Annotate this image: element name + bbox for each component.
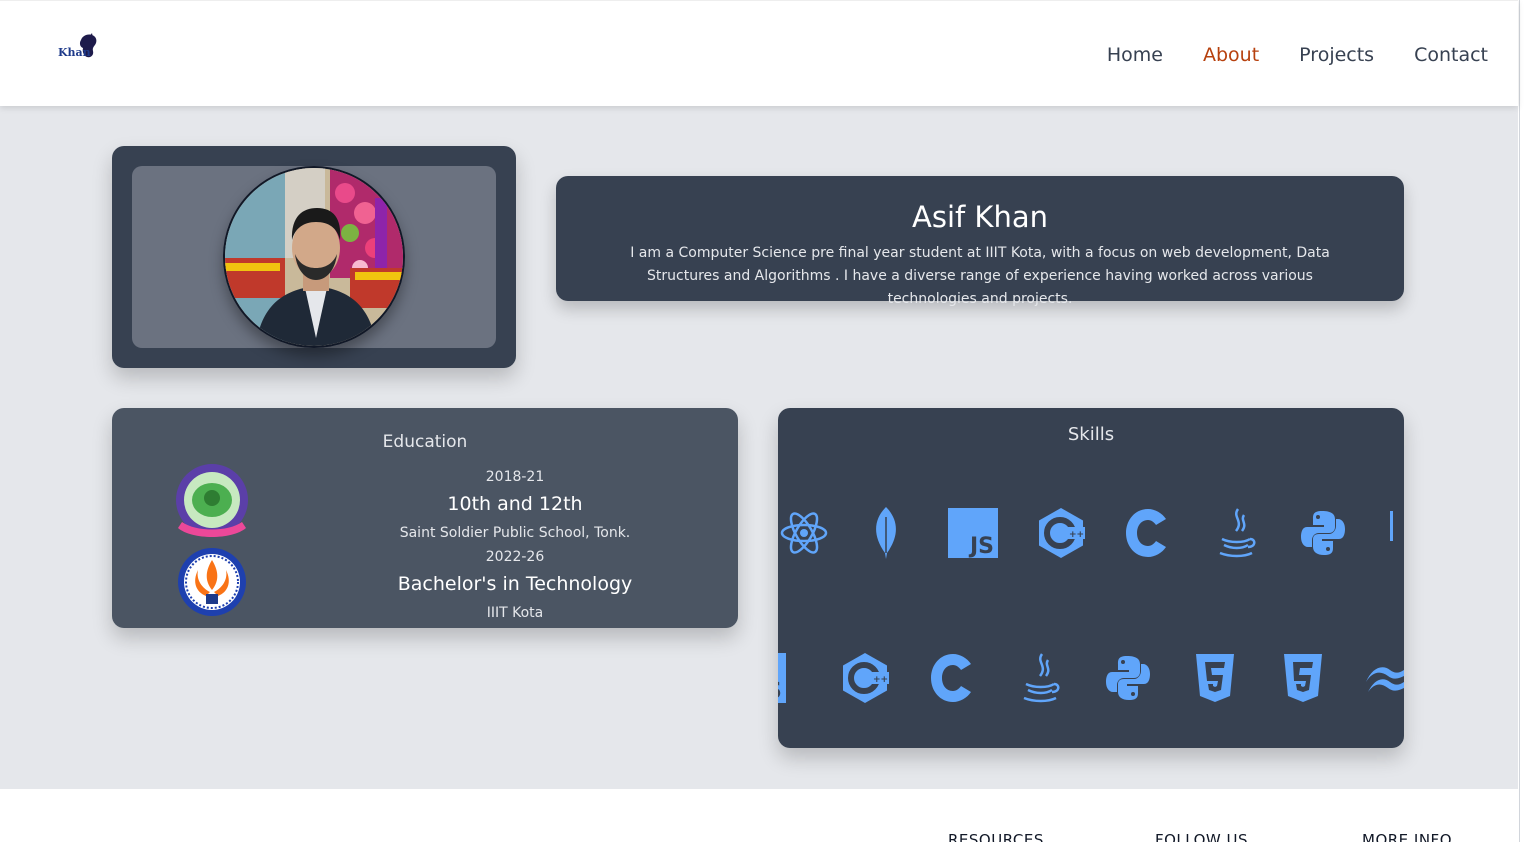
education-list: 2018-21 10th and 12th Saint Soldier Publ… [365,466,665,626]
c-icon [1118,503,1178,563]
java-icon [1010,648,1070,708]
footer-heading-more-info: MORE INFO [1362,831,1452,842]
skills-row: S ++ [778,648,1404,708]
skills-row: JS ++ [778,503,1404,563]
c-icon [923,648,983,708]
site-logo[interactable]: Khan [56,31,100,65]
javascript-icon: JS [943,503,1003,563]
python-icon [1098,648,1158,708]
skills-title: Skills [1067,424,1115,445]
main-nav: Home About Projects Contact [1107,44,1488,66]
education-card: Education 2018-21 10th and 12th Saint So… [112,408,738,628]
svg-text:JS: JS [968,534,994,559]
html5-icon [1390,503,1404,563]
profile-name: Asif Khan [912,200,1048,234]
cplusplus-icon: ++ [1031,503,1091,563]
school-logo [172,462,252,544]
education-entry: 2018-21 10th and 12th Saint Soldier Publ… [365,466,665,546]
nav-contact[interactable]: Contact [1414,44,1488,66]
site-footer: RESOURCES FOLLOW US MORE INFO [0,789,1518,842]
education-school: IIIT Kota [486,605,544,621]
education-school: Saint Soldier Public School, Tonk. [399,525,631,541]
tailwind-icon [1360,648,1404,708]
svg-text:S: S [778,679,782,704]
nav-about[interactable]: About [1203,44,1259,66]
html5-icon [1185,648,1245,708]
css3-icon [1273,648,1333,708]
react-icon [778,503,834,563]
education-year: 2022-26 [485,549,545,565]
site-header: Khan Home About Projects Contact [0,0,1518,106]
education-degree: 10th and 12th [447,493,583,515]
scrollbar-track-line [1519,0,1520,842]
profile-bio: I am a Computer Science pre final year s… [630,245,1330,307]
education-year: 2018-21 [485,469,545,485]
college-logo [176,546,248,618]
mongodb-icon [856,503,916,563]
profile-photo-card [112,146,516,368]
skills-card: Skills JS ++ ++ [778,408,1404,748]
avatar [223,166,405,348]
python-icon [1293,503,1353,563]
intro-card: Asif Khan I am a Computer Science pre fi… [556,176,1404,307]
education-title: Education [382,432,468,452]
nav-home[interactable]: Home [1107,44,1163,66]
java-icon [1206,503,1266,563]
education-degree: Bachelor's in Technology [397,573,633,595]
nav-projects[interactable]: Projects [1299,44,1374,66]
javascript-icon: S [778,648,790,708]
about-section: Asif Khan I am a Computer Science pre fi… [0,106,1518,789]
education-entry: 2022-26 Bachelor's in Technology IIIT Ko… [365,546,665,626]
footer-heading-resources: RESOURCES [948,831,1044,842]
footer-heading-follow: FOLLOW US [1155,831,1249,842]
svg-text:Khan: Khan [58,46,91,59]
profile-photo-frame [132,166,496,348]
svg-text:++: ++ [1069,530,1084,540]
svg-text:++: ++ [873,675,888,685]
cplusplus-icon: ++ [835,648,895,708]
